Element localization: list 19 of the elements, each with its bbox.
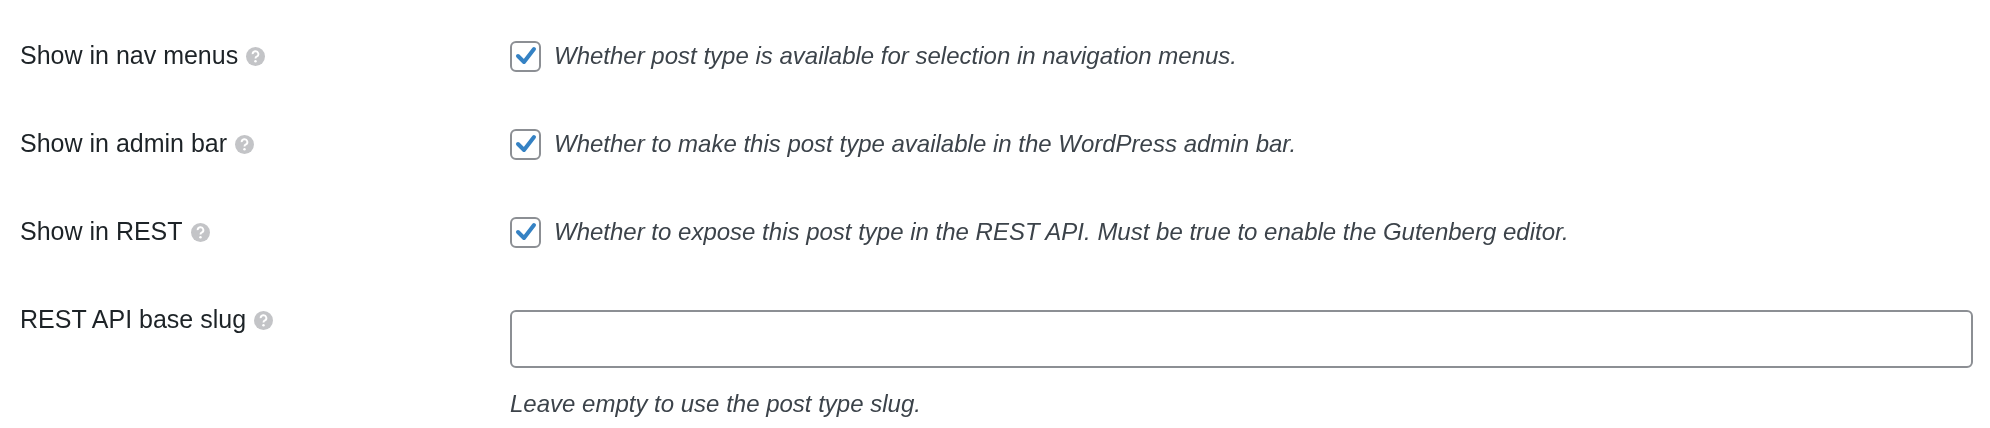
text-field[interactable]: [510, 310, 1973, 368]
checkmark-icon: [514, 46, 537, 66]
field-description: Whether post type is available for selection in navigation menus.: [554, 41, 1238, 71]
checkbox[interactable]: [510, 40, 541, 72]
field-label: Show in admin bar: [20, 128, 228, 160]
field-label: REST API base slug: [20, 304, 247, 336]
field-description: Leave empty to use the post type slug.: [510, 389, 922, 419]
field-label: Show in REST: [20, 216, 183, 248]
checkbox[interactable]: [510, 216, 541, 248]
field-description: Whether to expose this post type in the REST API. Must be true to enable the Gutenberg editor.: [554, 217, 1569, 247]
help-icon[interactable]: [254, 310, 274, 330]
field-description: Whether to make this post type available in the WordPress admin bar.: [554, 129, 1297, 159]
help-icon[interactable]: [246, 46, 266, 66]
help-icon[interactable]: [235, 134, 255, 154]
checkmark-icon: [514, 222, 537, 242]
help-icon[interactable]: [190, 222, 210, 242]
checkbox[interactable]: [510, 128, 541, 160]
field-label: Show in nav menus: [20, 40, 239, 72]
checkmark-icon: [514, 134, 537, 154]
